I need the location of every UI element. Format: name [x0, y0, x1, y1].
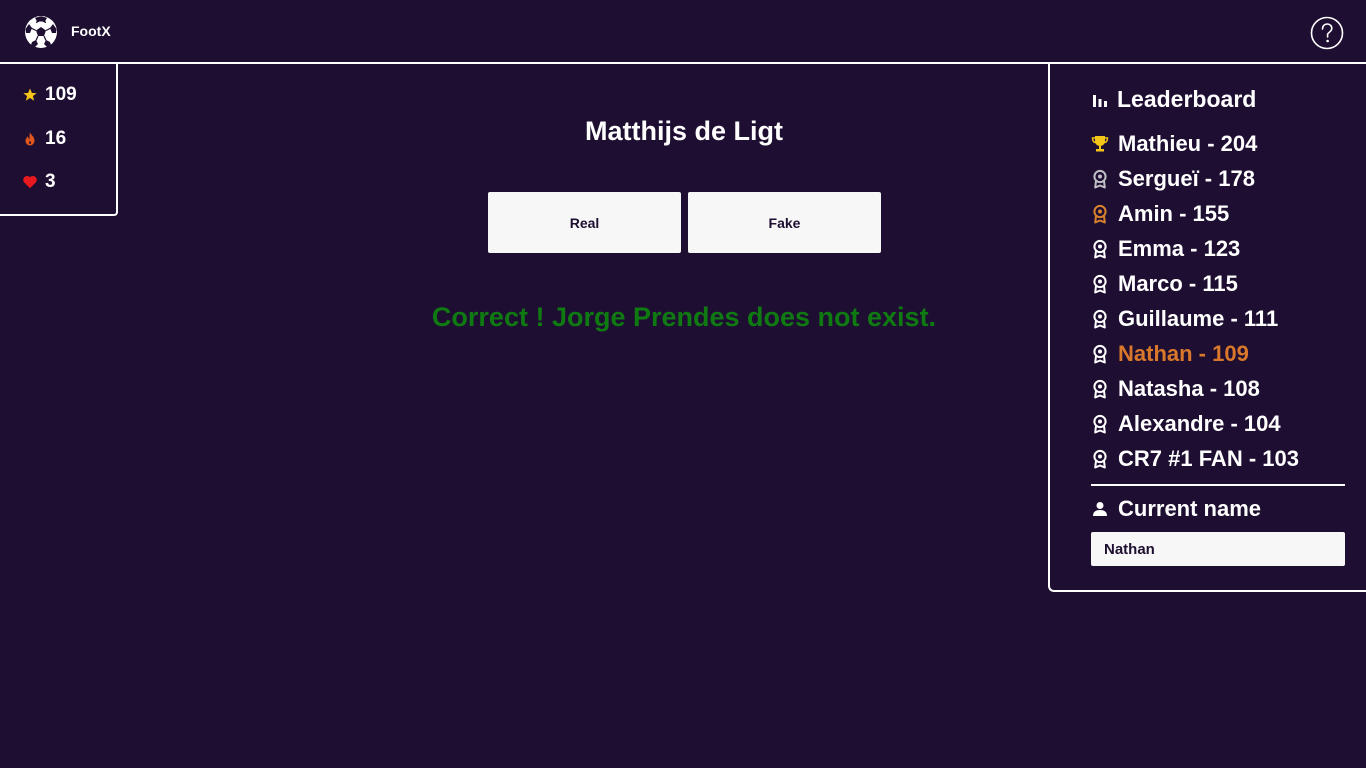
- leaderboard-title: Leaderboard: [1117, 86, 1257, 112]
- leaderboard-entry-text: Alexandre - 104: [1118, 410, 1281, 436]
- medal-icon: [1093, 239, 1107, 258]
- leaderboard-entry-text: Amin - 155: [1118, 200, 1230, 226]
- leaderboard-entry-text: Nathan - 109: [1118, 340, 1249, 366]
- soccer-ball-icon[interactable]: [24, 15, 58, 49]
- medal-icon: [1093, 379, 1107, 398]
- leaderboard-entry-text: Natasha - 108: [1118, 375, 1260, 401]
- leaderboard-entry-text: Guillaume - 111: [1118, 305, 1279, 331]
- person-icon: [1093, 502, 1107, 516]
- leaderboard-item: Amin - 155: [1091, 196, 1299, 231]
- lives-stat: 3: [22, 171, 56, 193]
- leaderboard-item: Mathieu - 204: [1091, 126, 1299, 161]
- medal-icon: [1093, 344, 1107, 363]
- leaderboard-item: Nathan - 109: [1091, 336, 1299, 371]
- leaderboard-header: Leaderboard: [1091, 86, 1256, 113]
- leaderboard-item: CR7 #1 FAN - 103: [1091, 441, 1299, 476]
- leaderboard-list: Mathieu - 204 Sergueï - 178 Amin - 155 Emma…: [1091, 126, 1299, 476]
- leaderboard-item: Marco - 115: [1091, 266, 1299, 301]
- leaderboard-panel: Leaderboard Mathieu - 204 Sergueï - 178 Am…: [1048, 63, 1366, 592]
- leaderboard-entry-text: Emma - 123: [1118, 235, 1241, 261]
- leaderboard-entry-text: CR7 #1 FAN - 103: [1118, 445, 1299, 471]
- star-icon: [23, 88, 37, 101]
- fake-button[interactable]: Fake: [688, 192, 881, 253]
- trophy-icon: [1091, 135, 1109, 151]
- divider: [1091, 484, 1345, 486]
- medal-icon: [1093, 169, 1107, 188]
- leaderboard-item: Sergueï - 178: [1091, 161, 1299, 196]
- score-stat: 109: [22, 84, 77, 106]
- lives-value: 3: [45, 171, 56, 192]
- heart-icon: [23, 175, 37, 189]
- leaderboard-item: Natasha - 108: [1091, 371, 1299, 406]
- app-title: FootX: [71, 23, 111, 39]
- leaderboard-item: Alexandre - 104: [1091, 406, 1299, 441]
- leaderboard-item: Guillaume - 111: [1091, 301, 1299, 336]
- real-button[interactable]: Real: [488, 192, 681, 253]
- top-bar: FootX: [0, 0, 1366, 64]
- score-value: 109: [45, 84, 77, 105]
- current-name-title: Current name: [1118, 496, 1262, 521]
- leaderboard-entry-text: Mathieu - 204: [1118, 130, 1258, 156]
- current-name-input[interactable]: [1091, 532, 1345, 566]
- medal-icon: [1093, 414, 1107, 433]
- medal-icon: [1093, 274, 1107, 293]
- help-circle-icon[interactable]: [1310, 16, 1344, 50]
- medal-icon: [1093, 309, 1107, 328]
- current-name-header: Current name: [1091, 496, 1261, 522]
- leaderboard-entry-text: Sergueï - 178: [1118, 165, 1255, 191]
- bar-chart-icon: [1093, 94, 1107, 107]
- medal-icon: [1093, 449, 1107, 468]
- leaderboard-entry-text: Marco - 115: [1118, 270, 1238, 296]
- leaderboard-item: Emma - 123: [1091, 231, 1299, 266]
- medal-icon: [1093, 204, 1107, 223]
